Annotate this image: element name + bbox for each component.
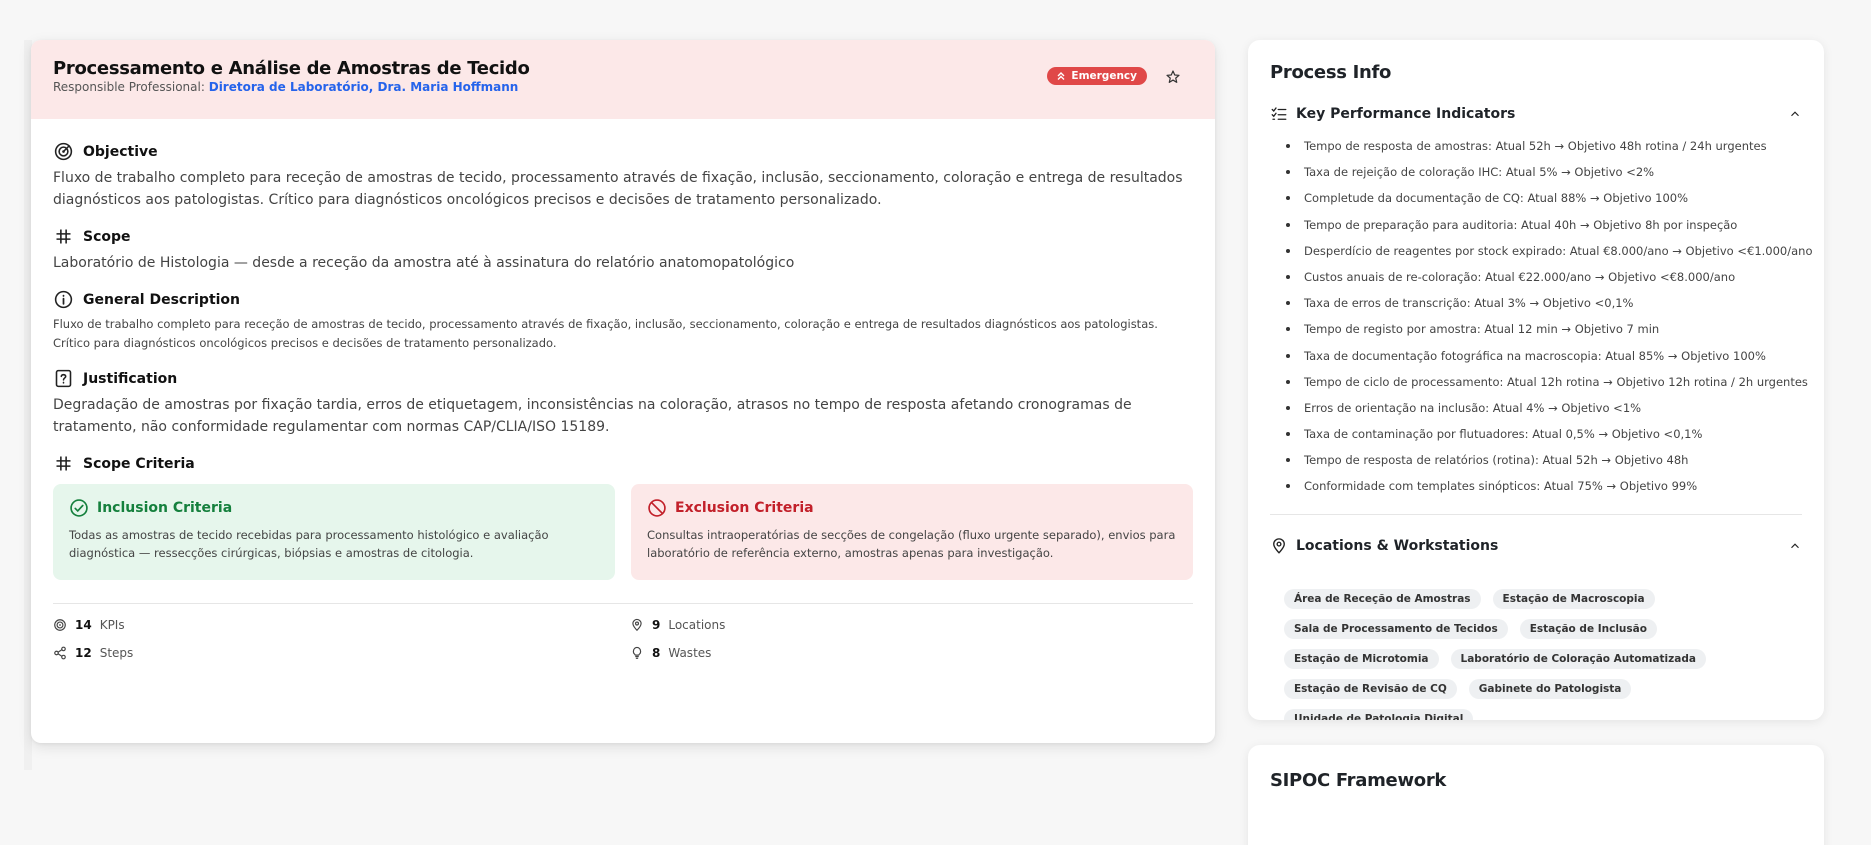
lightbulb-icon [632,646,642,659]
process-title: Processamento e Análise de Amostras de T… [53,58,530,79]
kpi-item: Completude da documentação de CQ: Atual … [1286,189,1824,215]
kpi-item: Custos anuais de re-coloração: Atual €22… [1286,268,1824,294]
steps-count: 12 [75,646,92,660]
justification-text: Degradação de amostras por fixação tardi… [53,397,1132,435]
map-pin-icon [1273,537,1285,554]
kpi-accordion-header[interactable]: Key Performance Indicators [1270,105,1802,123]
objective-text: Fluxo de trabalho completo para receção … [53,170,1183,208]
kpi-item: Taxa de rejeição de coloração IHC: Atual… [1286,163,1824,189]
responsible-name: Diretora de Laboratório, Dra. Maria Hoff… [208,80,519,94]
location-chip: Estação de Revisão de CQ [1284,678,1457,699]
kpi-item: Conformidade com templates sinópticos: A… [1286,477,1824,503]
kpis-label: KPIs [99,618,125,632]
process-info-panel: Process Info Key Performance Indicators … [1248,40,1824,720]
kpi-item: Taxa de documentação fotográfica na macr… [1286,347,1824,373]
objective-heading: Objective [83,143,158,160]
stat-steps: 12 Steps [53,646,630,660]
emergency-badge: Emergency [1047,67,1147,85]
inclusion-text: Todas as amostras de tecido recebidas pa… [69,528,549,560]
hash-icon [56,229,71,244]
star-icon[interactable] [1165,69,1181,85]
kpi-item: Tempo de ciclo de processamento: Atual 1… [1286,373,1824,399]
location-chip: Unidade de Patologia Digital [1284,708,1474,720]
justification-heading: Justification [83,370,178,387]
stat-kpis: 14 KPIs [53,618,630,632]
map-pin-icon [632,618,642,632]
objective-section: Objective Fluxo de trabalho completo par… [53,141,1193,211]
target-icon [54,142,73,161]
kpi-item: Tempo de preparação para auditoria: Atua… [1286,216,1824,242]
locations-heading: Locations & Workstations [1296,537,1499,554]
chevron-up-icon[interactable] [1788,107,1802,121]
general-description-section: General Description Fluxo de trabalho co… [53,289,1193,353]
kpis-count: 14 [75,618,92,632]
kpi-item: Erros de orientação na inclusão: Atual 4… [1286,399,1824,425]
exclusion-heading: Exclusion Criteria [675,500,814,516]
sipoc-panel: SIPOC Framework [1248,745,1824,845]
location-chip: Área de Receção de Amostras [1284,588,1481,609]
locations-chips: Área de Receção de Amostras Estação de M… [1284,588,1802,720]
responsible-label: Responsible Professional: [53,80,205,94]
locations-count: 9 [652,618,661,632]
sipoc-title: SIPOC Framework [1270,770,1447,791]
info-icon [54,290,73,309]
location-chip: Gabinete do Patologista [1468,678,1632,699]
scope-text: Laboratório de Histologia — desde a rece… [53,255,795,271]
justification-section: Justification Degradação de amostras por… [53,368,1193,438]
badge-label: Emergency [1071,70,1137,82]
kpi-item: Tempo de resposta de amostras: Atual 52h… [1286,137,1824,163]
locations-accordion-header[interactable]: Locations & Workstations [1270,537,1802,555]
process-body: Objective Fluxo de trabalho completo par… [31,119,1215,660]
location-chip: Estação de Inclusão [1519,618,1657,639]
locations-label: Locations [668,618,726,632]
panel-divider [1270,513,1802,515]
kpi-item: Desperdício de reagentes por stock expir… [1286,242,1824,268]
chevrons-up-icon [1057,72,1065,80]
hash-icon [56,456,71,471]
inclusion-heading: Inclusion Criteria [97,500,233,516]
general-description-heading: General Description [83,291,241,308]
kpi-item: Taxa de contaminação por flutuadores: At… [1286,425,1824,451]
stat-wastes: 8 Wastes [630,646,1193,660]
exclusion-criteria-box: Exclusion Criteria Consultas intraoperat… [631,484,1193,580]
share-icon [54,646,66,660]
ban-icon [648,499,666,517]
stats-grid: 14 KPIs 9 Locations 12 Steps 8 Wastes [53,604,1193,660]
location-chip: Estação de Macroscopia [1492,588,1655,609]
stat-locations: 9 Locations [630,618,1193,632]
steps-label: Steps [99,646,134,660]
target-icon [54,619,66,631]
process-card: Processamento e Análise de Amostras de T… [31,40,1215,743]
kpi-item: Taxa de erros de transcrição: Atual 3% →… [1286,294,1824,320]
kpi-list: Tempo de resposta de amostras: Atual 52h… [1286,137,1824,504]
list-checks-icon [1271,107,1287,120]
scope-heading: Scope [83,228,131,245]
scope-section: Scope Laboratório de Histologia — desde … [53,226,1193,274]
kpi-item: Tempo de registo por amostra: Atual 12 m… [1286,320,1824,346]
location-chip: Sala de Processamento de Tecidos [1284,618,1508,639]
kpi-item: Tempo de resposta de relatórios (rotina)… [1286,451,1824,477]
scope-criteria-heading: Scope Criteria [83,455,195,472]
general-description-text: Fluxo de trabalho completo para receção … [53,317,1158,350]
wastes-label: Wastes [668,646,712,660]
kpi-heading: Key Performance Indicators [1296,106,1516,122]
check-circle-icon [70,499,88,517]
inclusion-criteria-box: Inclusion Criteria Todas as amostras de … [53,484,615,580]
chevron-up-icon[interactable] [1788,539,1802,553]
exclusion-text: Consultas intraoperatórias de secções de… [647,528,1176,560]
process-info-title: Process Info [1270,62,1392,83]
responsible-line: Responsible Professional: Diretora de La… [53,80,1193,94]
scope-criteria-section: Scope Criteria Inclusion Criteria Todas … [53,453,1193,580]
location-chip: Estação de Microtomia [1284,648,1439,669]
wastes-count: 8 [652,646,661,660]
process-header: Processamento e Análise de Amostras de T… [31,40,1215,119]
location-chip: Laboratório de Coloração Automatizada [1450,648,1706,669]
question-file-icon [55,369,72,388]
